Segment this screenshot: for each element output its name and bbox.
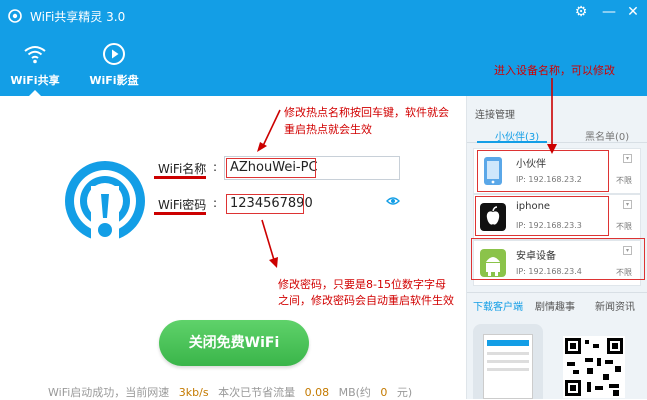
- status-saved-value: 0.08: [304, 386, 330, 399]
- play-icon: [103, 43, 125, 65]
- sidebar-heading: 连接管理: [475, 110, 515, 121]
- tab-wifi-disk[interactable]: WiFi影盘: [82, 42, 146, 96]
- eye-icon[interactable]: [386, 196, 400, 206]
- main-panel: 修改热点名称按回车键，软件就会 重启热点就会生效 WiFi名称 : AZhouW…: [0, 96, 466, 399]
- name-annotation-line1: 修改热点名称按回车键，软件就会: [284, 106, 449, 119]
- tab-blacklist[interactable]: 黑名单(0): [585, 128, 629, 143]
- device-limit: 不限: [616, 176, 632, 185]
- close-button[interactable]: ✕: [625, 4, 641, 20]
- wifi-password-red-frame: [226, 194, 304, 214]
- wifi-name-label: WiFi名称: [158, 162, 207, 176]
- close-free-wifi-button[interactable]: 关闭免费WiFi: [159, 320, 309, 366]
- tab-wifi-share[interactable]: WiFi共享: [3, 42, 67, 96]
- chevron-down-icon[interactable]: ▾: [623, 200, 632, 209]
- password-annotation-line2: 之间，修改密码会自动重启软件生效: [278, 294, 454, 307]
- title-bar: WiFi共享精灵 3.0: [8, 6, 125, 26]
- sidebar-tab-indicator: [477, 141, 547, 143]
- status-saved-label: 本次已节省流量: [218, 386, 296, 399]
- status-mb-label: MB(约: [338, 386, 371, 399]
- sidebar-links: 下载客户端 剧情趣事 新闻资讯: [467, 292, 647, 314]
- wifi-password-label: WiFi密码: [158, 198, 207, 212]
- wifi-name-red-frame: [226, 158, 316, 178]
- qr-code-icon: [563, 336, 625, 398]
- device-red-frame: [477, 150, 609, 192]
- status-speed: 3kb/s: [178, 386, 209, 399]
- tab-wifi-disk-label: WiFi影盘: [89, 74, 139, 87]
- device-red-frame: [471, 238, 645, 280]
- link-news[interactable]: 新闻资讯: [595, 298, 635, 313]
- minimize-button[interactable]: —: [601, 4, 617, 20]
- name-annotation-line2: 重启热点就会生效: [284, 123, 372, 136]
- tab-wifi-share-label: WiFi共享: [10, 74, 60, 87]
- status-bar: WiFi启动成功，当前网速 3kb/s 本次已节省流量 0.08 MB(约 0 …: [48, 384, 418, 400]
- chevron-down-icon[interactable]: ▾: [623, 154, 632, 163]
- wifi-hotspot-logo-icon: [65, 161, 145, 246]
- wifi-password-colon: :: [213, 196, 218, 210]
- annotation-arrow-icon: [547, 78, 557, 154]
- wifi-name-highlight: [154, 176, 206, 179]
- annotation-arrow-icon: [261, 219, 278, 268]
- wifi-icon: [24, 46, 46, 64]
- app-title: WiFi共享精灵 3.0: [30, 9, 126, 24]
- link-download-client[interactable]: 下载客户端: [473, 298, 523, 313]
- status-yuan-label: 元): [396, 386, 413, 399]
- status-prefix: WiFi启动成功，当前网速: [48, 386, 170, 399]
- device-limit: 不限: [616, 222, 632, 231]
- app-logo-icon: [8, 9, 22, 23]
- settings-icon[interactable]: ⚙: [573, 4, 589, 20]
- wifi-name-colon: :: [213, 160, 218, 174]
- password-annotation-line1: 修改密码，只要是8-15位数字字母: [278, 278, 446, 291]
- device-red-frame: [475, 196, 609, 236]
- status-money-value: 0: [380, 386, 388, 399]
- phone-preview-image: [473, 324, 543, 399]
- wifi-password-highlight: [154, 212, 206, 215]
- link-stories[interactable]: 剧情趣事: [535, 298, 575, 313]
- annotation-arrow-icon: [257, 109, 281, 152]
